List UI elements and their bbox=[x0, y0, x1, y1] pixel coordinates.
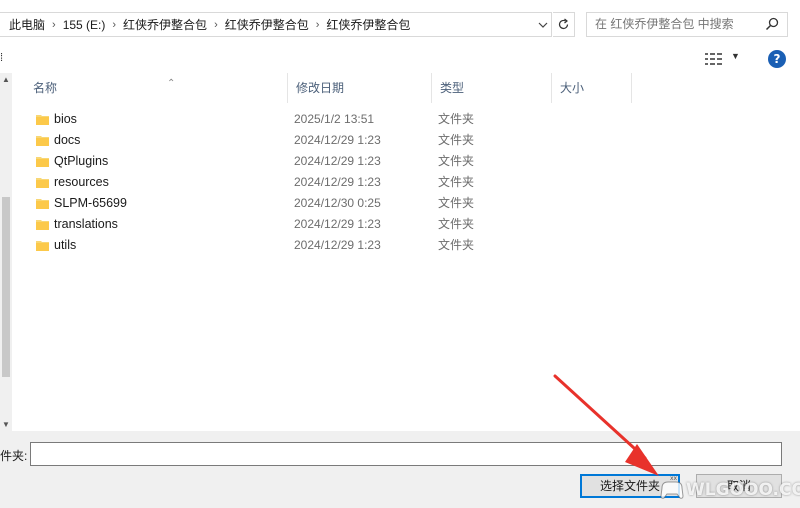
breadcrumb-item-folder[interactable]: 红侠乔伊整合包 bbox=[221, 16, 313, 33]
file-name: QtPlugins bbox=[54, 154, 109, 168]
organize-menu-fragment[interactable]: ⁞ bbox=[0, 52, 3, 64]
toolbar: ⁞ ▼ ? bbox=[0, 48, 800, 72]
select-folder-button[interactable]: 选择文件夹 bbox=[580, 474, 680, 498]
file-type: 文件夹 bbox=[438, 196, 475, 210]
scroll-down-icon[interactable]: ▼ bbox=[2, 420, 10, 429]
breadcrumb-item-folder-current[interactable]: 红侠乔伊整合包 bbox=[322, 16, 414, 33]
file-date: 2024/12/29 1:23 bbox=[294, 217, 381, 231]
file-type: 文件夹 bbox=[438, 238, 475, 252]
file-date: 2024/12/29 1:23 bbox=[294, 154, 381, 168]
address-row: 此电脑 › 155 (E:) › 红侠乔伊整合包 › 红侠乔伊整合包 › 红侠乔… bbox=[0, 0, 800, 48]
file-date: 2024/12/29 1:23 bbox=[294, 175, 381, 189]
scroll-up-icon[interactable]: ▲ bbox=[2, 75, 10, 84]
breadcrumb-item-this-pc[interactable]: 此电脑 bbox=[5, 16, 49, 33]
column-header-type[interactable]: 类型 bbox=[432, 73, 552, 103]
file-date: 2024/12/30 0:25 bbox=[294, 196, 381, 210]
folder-icon bbox=[36, 220, 49, 230]
table-row[interactable]: docs 2024/12/29 1:23 文件夹 bbox=[13, 130, 800, 151]
column-header-type-label: 类型 bbox=[440, 81, 465, 95]
column-header-name[interactable]: 名称 ⌃ bbox=[25, 73, 288, 103]
refresh-icon bbox=[558, 18, 569, 30]
view-dropdown-icon[interactable]: ▼ bbox=[731, 51, 740, 61]
column-header-size-label: 大小 bbox=[560, 81, 585, 95]
folder-name-input[interactable] bbox=[30, 442, 782, 466]
search-input[interactable]: 在 红侠乔伊整合包 中搜索 bbox=[586, 12, 788, 37]
chevron-right-icon[interactable]: › bbox=[49, 19, 59, 31]
file-name: resources bbox=[54, 175, 109, 189]
file-type: 文件夹 bbox=[438, 175, 475, 189]
table-row[interactable]: resources 2024/12/29 1:23 文件夹 bbox=[13, 172, 800, 193]
chevron-right-icon[interactable]: › bbox=[313, 19, 323, 31]
scrollbar-thumb[interactable] bbox=[2, 197, 10, 377]
file-type: 文件夹 bbox=[438, 133, 475, 147]
file-name: utils bbox=[54, 238, 77, 252]
file-name: docs bbox=[54, 133, 81, 147]
file-name: translations bbox=[54, 217, 118, 231]
chevron-down-icon bbox=[538, 22, 548, 28]
column-header-row: 名称 ⌃ 修改日期 类型 大小 bbox=[13, 73, 800, 103]
column-header-date-label: 修改日期 bbox=[296, 81, 345, 95]
column-header-name-label: 名称 bbox=[33, 81, 58, 95]
table-row[interactable]: utils 2024/12/29 1:23 文件夹 bbox=[13, 235, 800, 256]
file-date: 2024/12/29 1:23 bbox=[294, 238, 381, 252]
breadcrumb: 此电脑 › 155 (E:) › 红侠乔伊整合包 › 红侠乔伊整合包 › 红侠乔… bbox=[5, 13, 414, 36]
sort-ascending-icon: ⌃ bbox=[167, 78, 176, 89]
search-placeholder: 在 红侠乔伊整合包 中搜索 bbox=[595, 17, 734, 31]
folder-icon bbox=[36, 178, 49, 188]
column-header-date[interactable]: 修改日期 bbox=[288, 73, 432, 103]
file-date: 2024/12/29 1:23 bbox=[294, 133, 381, 147]
view-details-icon[interactable] bbox=[705, 53, 723, 65]
help-icon[interactable]: ? bbox=[768, 50, 786, 68]
table-row[interactable]: bios 2025/1/2 13:51 文件夹 bbox=[13, 109, 800, 130]
file-type: 文件夹 bbox=[438, 217, 475, 231]
search-icon[interactable] bbox=[765, 17, 779, 31]
file-list: 名称 ⌃ 修改日期 类型 大小 bios 2025/1/2 13:51 文件夹 … bbox=[13, 73, 800, 431]
folder-icon bbox=[36, 241, 49, 251]
file-name: SLPM-65699 bbox=[54, 196, 127, 210]
breadcrumb-item-drive[interactable]: 155 (E:) bbox=[59, 18, 110, 32]
chevron-right-icon[interactable]: › bbox=[211, 19, 221, 31]
table-row[interactable]: QtPlugins 2024/12/29 1:23 文件夹 bbox=[13, 151, 800, 172]
chevron-right-icon[interactable]: › bbox=[109, 19, 119, 31]
file-type: 文件夹 bbox=[438, 154, 475, 168]
folder-field-label: 件夹: bbox=[0, 449, 28, 463]
folder-icon bbox=[36, 199, 49, 209]
file-rows: bios 2025/1/2 13:51 文件夹 docs 2024/12/29 … bbox=[13, 109, 800, 256]
refresh-button[interactable] bbox=[553, 12, 575, 37]
file-type: 文件夹 bbox=[438, 112, 475, 126]
cancel-button[interactable]: 取消 bbox=[696, 474, 782, 498]
address-history-dropdown[interactable] bbox=[534, 13, 552, 36]
nav-pane-scrollbar[interactable]: ▲ ▼ bbox=[0, 73, 12, 431]
file-date: 2025/1/2 13:51 bbox=[294, 112, 375, 126]
dialog-footer: 件夹: 选择文件夹 取消 bbox=[0, 431, 800, 508]
file-name: bios bbox=[54, 112, 77, 126]
folder-icon bbox=[36, 136, 49, 146]
folder-icon bbox=[36, 115, 49, 125]
table-row[interactable]: translations 2024/12/29 1:23 文件夹 bbox=[13, 214, 800, 235]
address-bar[interactable]: 此电脑 › 155 (E:) › 红侠乔伊整合包 › 红侠乔伊整合包 › 红侠乔… bbox=[0, 12, 552, 37]
breadcrumb-item-folder[interactable]: 红侠乔伊整合包 bbox=[119, 16, 211, 33]
folder-icon bbox=[36, 157, 49, 167]
table-row[interactable]: SLPM-65699 2024/12/30 0:25 文件夹 bbox=[13, 193, 800, 214]
column-header-size[interactable]: 大小 bbox=[552, 73, 632, 103]
